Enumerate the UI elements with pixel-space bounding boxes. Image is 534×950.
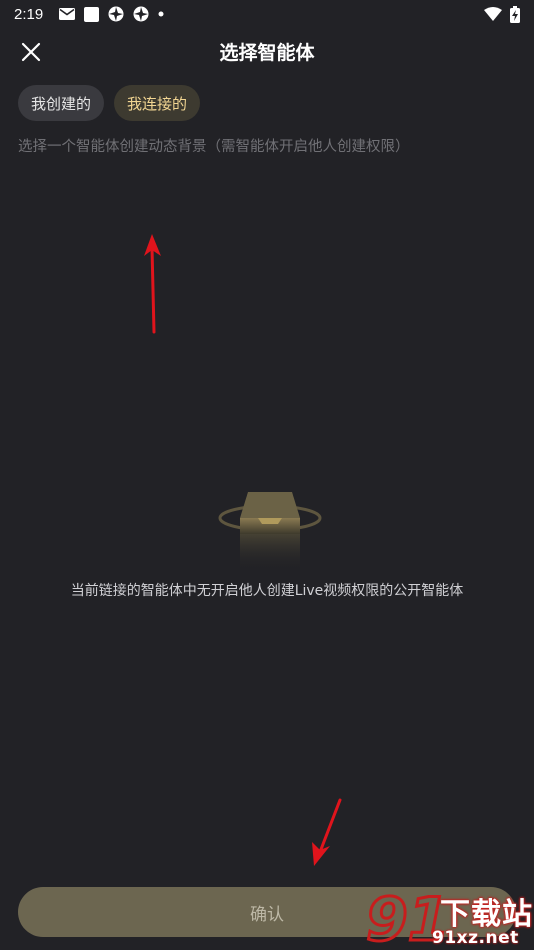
- annotation-arrow-up: [144, 234, 161, 334]
- header: 选择智能体: [0, 28, 534, 74]
- notification-icons: [59, 6, 164, 22]
- close-icon: [21, 42, 41, 62]
- close-button[interactable]: [18, 39, 44, 65]
- empty-box-icon: [218, 492, 322, 572]
- mail-icon: [59, 8, 76, 20]
- page-title: 选择智能体: [219, 41, 315, 64]
- empty-state-message: 当前链接的智能体中无开启他人创建Live视频权限的公开智能体: [70, 583, 464, 599]
- aperture-icon: [108, 6, 124, 22]
- battery-charging-icon: [510, 5, 520, 23]
- status-bar: 2:19: [0, 0, 534, 28]
- wifi-icon: [484, 7, 502, 21]
- square-app-icon: [84, 6, 100, 22]
- tab-my-created[interactable]: 我创建的: [18, 85, 105, 121]
- system-icons: [484, 5, 520, 23]
- status-time: 2:19: [14, 5, 44, 23]
- tab-my-connected[interactable]: 我连接的: [114, 85, 201, 121]
- dot-icon: [158, 11, 164, 17]
- tab-bar: 我创建的 我连接的: [18, 85, 201, 121]
- annotation-arrow-down: [312, 798, 342, 866]
- aperture-icon: [133, 6, 149, 22]
- hint-text: 选择一个智能体创建动态背景（需智能体开启他人创建权限）: [18, 139, 410, 155]
- watermark-site: 91xz.net: [432, 928, 519, 948]
- watermark-brand: 下载站: [440, 897, 533, 932]
